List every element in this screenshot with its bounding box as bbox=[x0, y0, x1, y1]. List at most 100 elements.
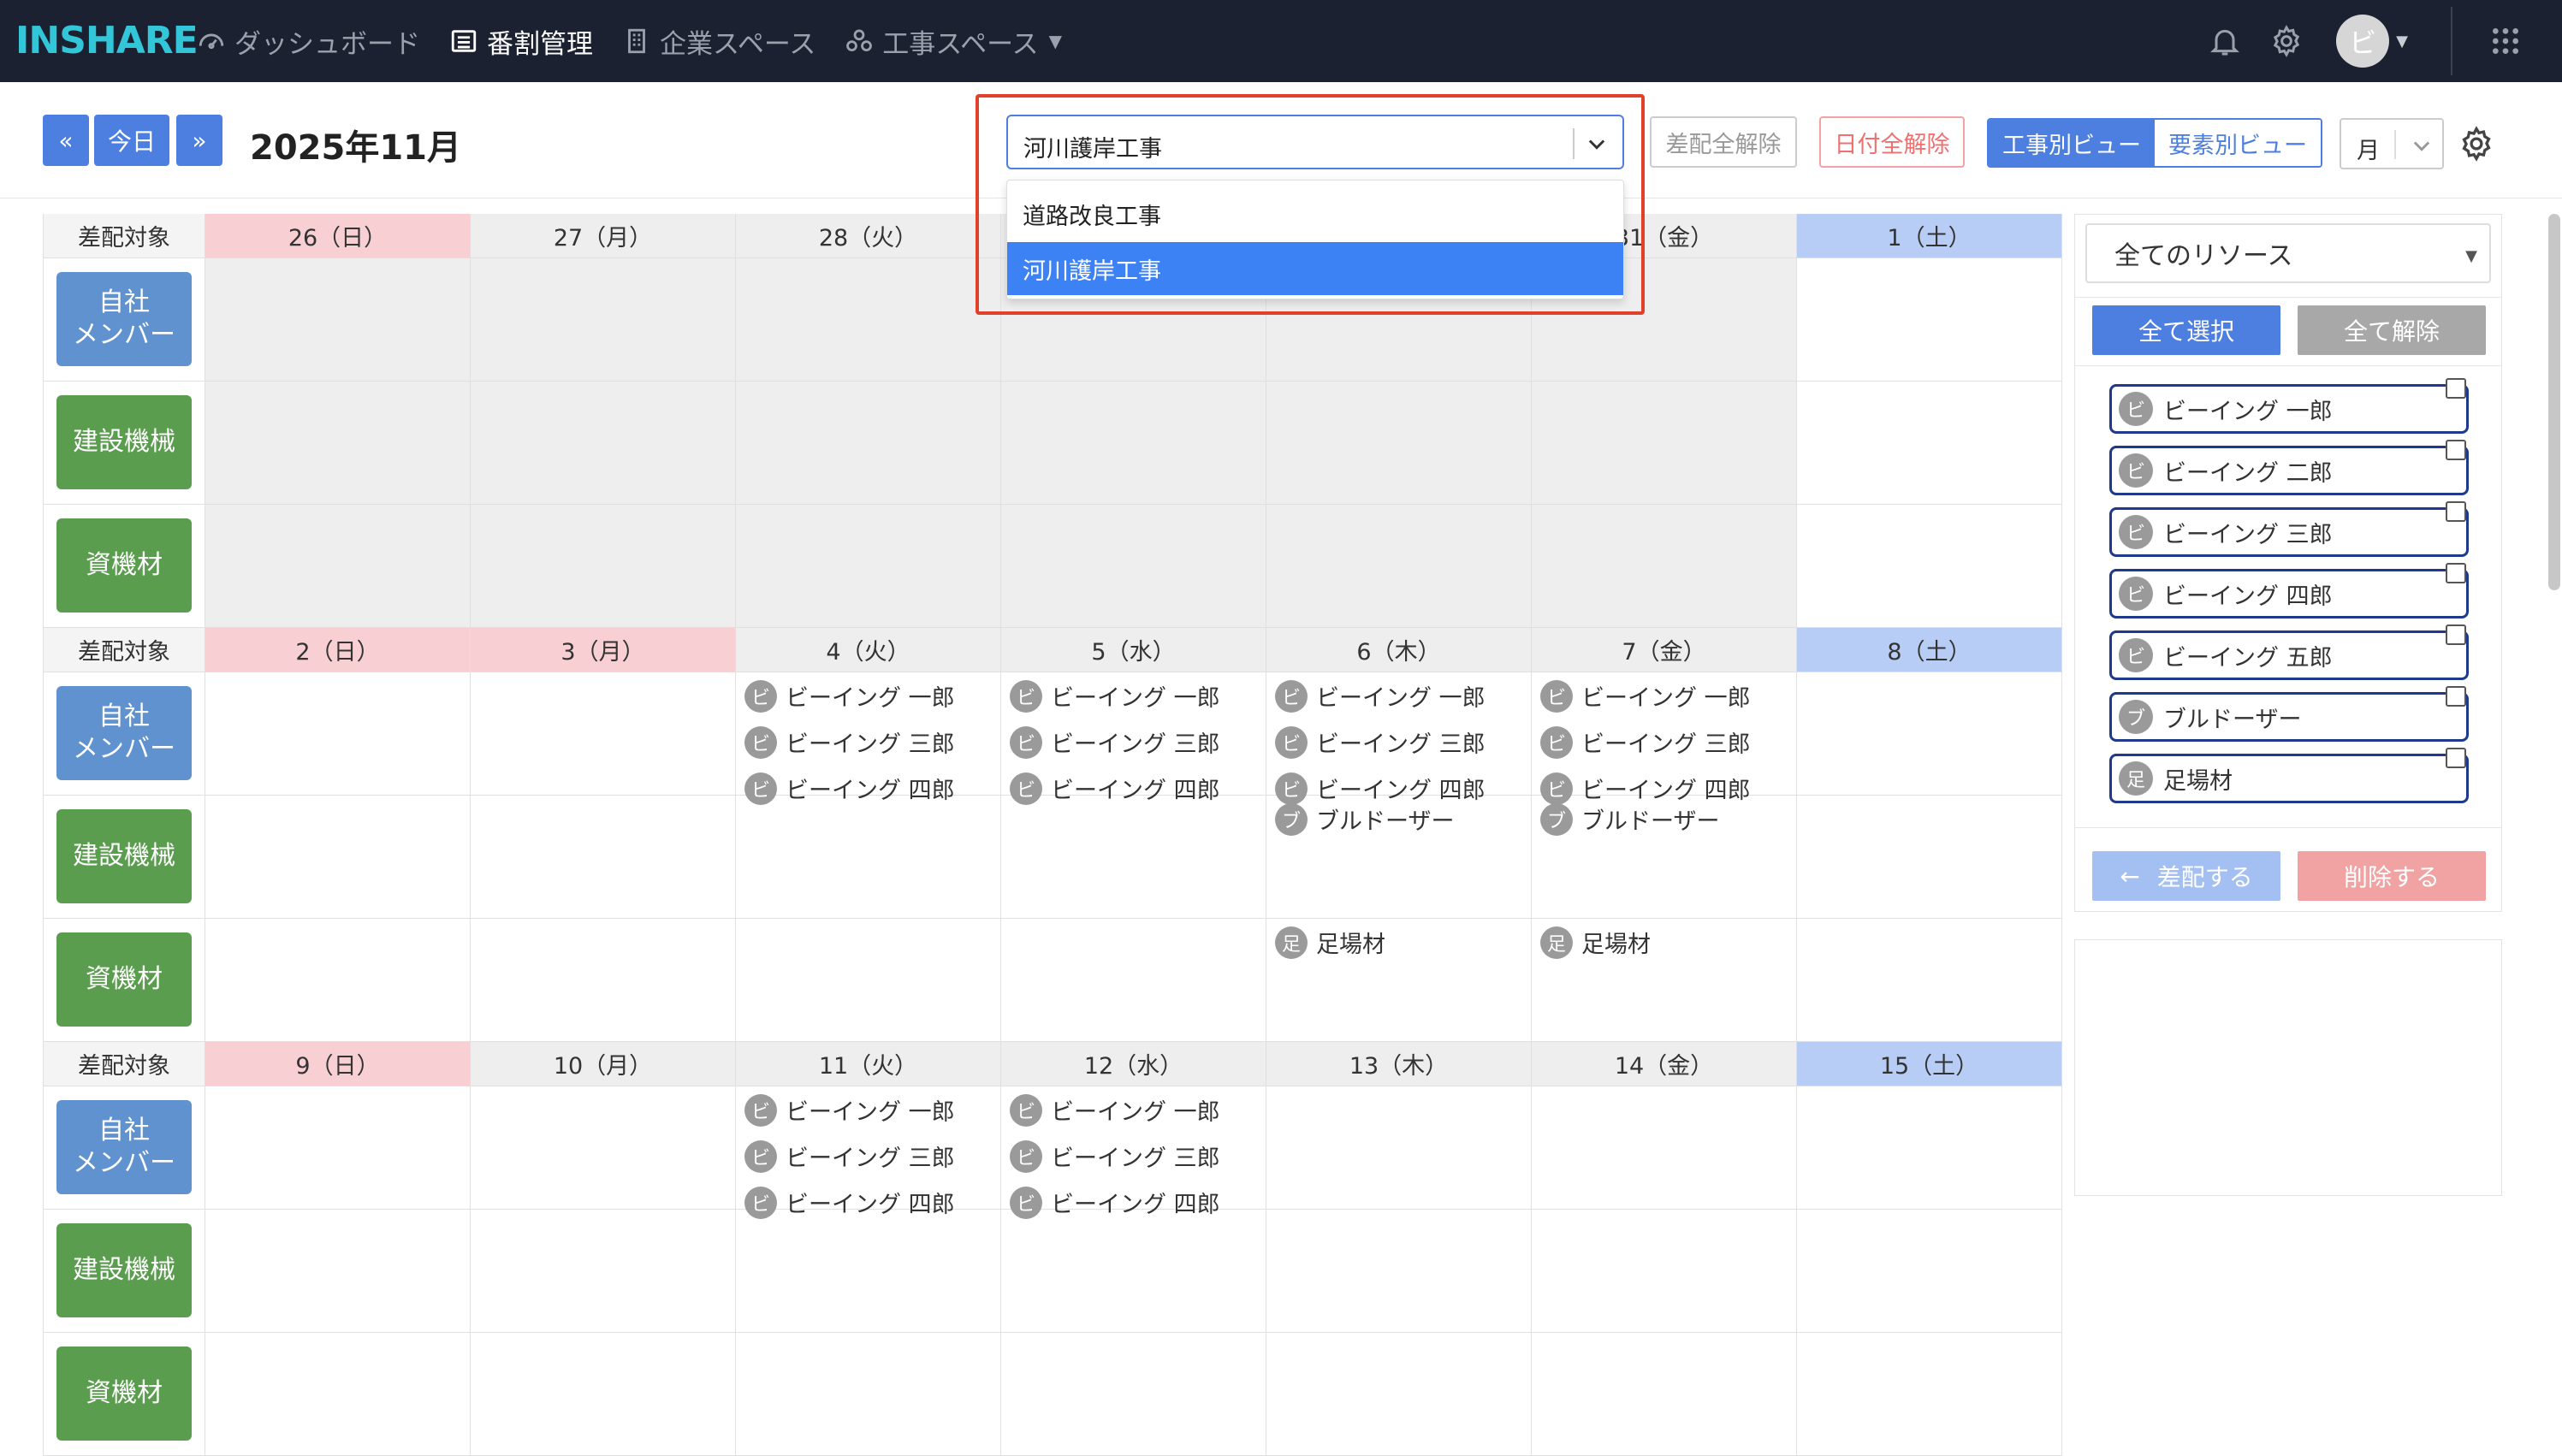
day-header[interactable]: 28（火） bbox=[736, 214, 1001, 258]
assignment-chip[interactable]: ビビーイング 三郎 bbox=[1010, 1139, 1220, 1173]
assign-button[interactable]: ← 差配する bbox=[2092, 851, 2280, 901]
day-cell[interactable] bbox=[1797, 672, 2062, 796]
day-header[interactable]: 27（月） bbox=[471, 214, 736, 258]
resource-checkbox[interactable] bbox=[2446, 563, 2466, 583]
day-cell[interactable] bbox=[205, 382, 471, 505]
day-cell[interactable] bbox=[205, 796, 471, 919]
day-cell[interactable] bbox=[1532, 505, 1797, 628]
assignment-chip[interactable]: ビビーイング 一郎 bbox=[1540, 679, 1751, 713]
prev-month-button[interactable]: « bbox=[43, 115, 89, 166]
resource-filter-select[interactable]: 全てのリソース ▼ bbox=[2085, 223, 2491, 283]
day-header[interactable]: 26（日） bbox=[205, 214, 471, 258]
day-cell[interactable] bbox=[471, 796, 736, 919]
resource-checkbox[interactable] bbox=[2446, 686, 2466, 707]
day-cell[interactable] bbox=[1001, 382, 1266, 505]
row-button-member[interactable]: 自社 メンバー bbox=[56, 1100, 192, 1194]
day-cell[interactable] bbox=[1532, 1333, 1797, 1456]
day-header[interactable]: 7（金） bbox=[1532, 628, 1797, 672]
day-cell[interactable] bbox=[736, 505, 1001, 628]
row-button-material[interactable]: 資機材 bbox=[56, 518, 192, 613]
clear-all-assign-button[interactable]: 差配全解除 bbox=[1650, 116, 1797, 168]
assignment-chip[interactable]: ブブルドーザー bbox=[1540, 802, 1719, 836]
day-cell[interactable] bbox=[1001, 1333, 1266, 1456]
day-cell[interactable] bbox=[471, 258, 736, 382]
day-cell[interactable] bbox=[736, 1333, 1001, 1456]
day-header[interactable]: 8（土） bbox=[1797, 628, 2062, 672]
day-cell[interactable] bbox=[205, 672, 471, 796]
day-cell[interactable] bbox=[205, 919, 471, 1042]
assignment-chip[interactable]: 足足場材 bbox=[1540, 926, 1651, 959]
day-cell[interactable] bbox=[1266, 1086, 1532, 1210]
day-cell[interactable] bbox=[1797, 796, 2062, 919]
day-header[interactable]: 10（月） bbox=[471, 1042, 736, 1086]
project-option-selected[interactable]: 河川護岸工事 bbox=[1007, 242, 1623, 295]
assignment-chip[interactable]: ビビーイング 一郎 bbox=[1275, 679, 1486, 713]
day-cell[interactable] bbox=[1797, 505, 2062, 628]
resource-item[interactable]: ビビーイング 二郎 bbox=[2109, 446, 2469, 495]
resource-item[interactable]: 足足場材 bbox=[2109, 754, 2469, 803]
row-button-machine[interactable]: 建設機械 bbox=[56, 1223, 192, 1317]
day-cell[interactable] bbox=[205, 1333, 471, 1456]
day-cell[interactable] bbox=[1797, 382, 2062, 505]
day-cell[interactable] bbox=[471, 382, 736, 505]
apps-grid-button[interactable] bbox=[2487, 22, 2524, 60]
day-cell[interactable] bbox=[471, 919, 736, 1042]
day-cell[interactable] bbox=[1266, 1333, 1532, 1456]
day-cell[interactable] bbox=[1001, 505, 1266, 628]
user-menu[interactable]: ビ ▼ bbox=[2336, 15, 2408, 68]
resource-checkbox[interactable] bbox=[2446, 440, 2466, 460]
day-header[interactable]: 6（木） bbox=[1266, 628, 1532, 672]
deselect-all-button[interactable]: 全て解除 bbox=[2298, 305, 2486, 355]
day-cell[interactable] bbox=[1797, 919, 2062, 1042]
resource-item[interactable]: ブブルドーザー bbox=[2109, 692, 2469, 742]
delete-button[interactable]: 削除する bbox=[2298, 851, 2486, 901]
app-logo[interactable]: INSHARE bbox=[15, 19, 199, 62]
assignment-chip[interactable]: ビビーイング 三郎 bbox=[1010, 725, 1220, 759]
day-cell[interactable] bbox=[1266, 382, 1532, 505]
resource-item[interactable]: ビビーイング 五郎 bbox=[2109, 630, 2469, 680]
row-button-machine[interactable]: 建設機械 bbox=[56, 395, 192, 489]
day-cell[interactable] bbox=[205, 505, 471, 628]
day-header[interactable]: 3（月） bbox=[471, 628, 736, 672]
nav-assignment[interactable]: 番割管理 bbox=[449, 22, 593, 61]
settings-button[interactable] bbox=[2268, 22, 2305, 60]
assignment-chip[interactable]: ブブルドーザー bbox=[1275, 802, 1454, 836]
resource-checkbox[interactable] bbox=[2446, 748, 2466, 768]
day-header[interactable]: 5（水） bbox=[1001, 628, 1266, 672]
day-cell[interactable] bbox=[736, 1210, 1001, 1333]
project-option[interactable]: 道路改良工事 bbox=[1007, 187, 1623, 240]
nav-company-space[interactable]: 企業スペース bbox=[622, 22, 815, 61]
day-cell[interactable] bbox=[1266, 1210, 1532, 1333]
day-cell[interactable] bbox=[736, 919, 1001, 1042]
scrollbar[interactable] bbox=[2548, 214, 2560, 590]
day-cell[interactable] bbox=[736, 382, 1001, 505]
assignment-chip[interactable]: ビビーイング 一郎 bbox=[744, 679, 955, 713]
assignment-chip[interactable]: ビビーイング 三郎 bbox=[1540, 725, 1751, 759]
day-cell[interactable] bbox=[205, 1210, 471, 1333]
view-by-project-tab[interactable]: 工事別ビュー bbox=[1989, 120, 2155, 166]
resource-checkbox[interactable] bbox=[2446, 624, 2466, 645]
resource-checkbox[interactable] bbox=[2446, 378, 2466, 399]
assignment-chip[interactable]: ビビーイング 一郎 bbox=[744, 1093, 955, 1127]
day-cell[interactable] bbox=[1797, 258, 2062, 382]
day-cell[interactable] bbox=[1532, 1086, 1797, 1210]
day-cell[interactable] bbox=[471, 505, 736, 628]
nav-construction-space[interactable]: 工事スペース ▼ bbox=[845, 22, 1062, 61]
resource-checkbox[interactable] bbox=[2446, 501, 2466, 522]
day-cell[interactable] bbox=[471, 672, 736, 796]
day-cell[interactable] bbox=[1532, 1210, 1797, 1333]
row-button-material[interactable]: 資機材 bbox=[56, 932, 192, 1027]
resource-item[interactable]: ビビーイング 四郎 bbox=[2109, 569, 2469, 619]
view-by-element-tab[interactable]: 要素別ビュー bbox=[2155, 120, 2321, 166]
day-cell[interactable] bbox=[205, 1086, 471, 1210]
day-cell[interactable] bbox=[1797, 1210, 2062, 1333]
today-button[interactable]: 今日 bbox=[94, 115, 169, 166]
row-button-member[interactable]: 自社 メンバー bbox=[56, 686, 192, 780]
day-cell[interactable] bbox=[471, 1210, 736, 1333]
day-cell[interactable] bbox=[736, 258, 1001, 382]
day-header[interactable]: 12（水） bbox=[1001, 1042, 1266, 1086]
row-button-member[interactable]: 自社 メンバー bbox=[56, 272, 192, 366]
day-cell[interactable] bbox=[1797, 1086, 2062, 1210]
resource-item[interactable]: ビビーイング 一郎 bbox=[2109, 384, 2469, 434]
day-header[interactable]: 9（日） bbox=[205, 1042, 471, 1086]
